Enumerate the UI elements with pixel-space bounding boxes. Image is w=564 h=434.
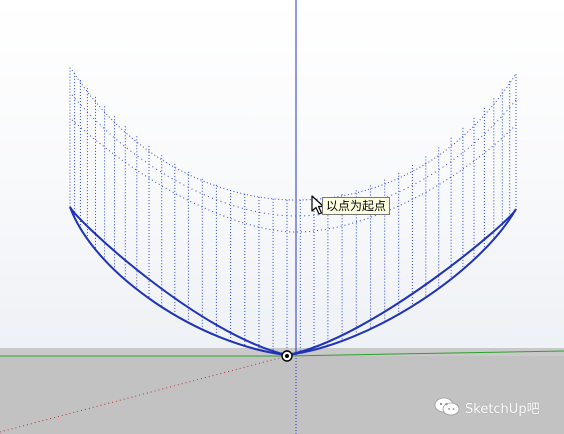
modeling-viewport[interactable]: 以点为起点 SketchUp吧 [0, 0, 564, 434]
dotted-guide-surface [69, 67, 517, 355]
watermark: SketchUp吧 [434, 397, 540, 417]
watermark-text: SketchUp吧 [465, 401, 540, 417]
wechat-icon [434, 397, 460, 416]
guide-mid-arc [71, 119, 517, 233]
scene-canvas[interactable] [0, 0, 564, 434]
green-axis-right [286, 350, 564, 357]
tooltip-text: 以点为起点 [326, 199, 387, 213]
inference-tooltip: 以点为起点 [322, 197, 391, 215]
guide-mid-arc [71, 94, 517, 217]
red-axis [0, 355, 288, 433]
guide-top-arc [71, 69, 517, 201]
origin-point-marker[interactable] [281, 350, 293, 362]
